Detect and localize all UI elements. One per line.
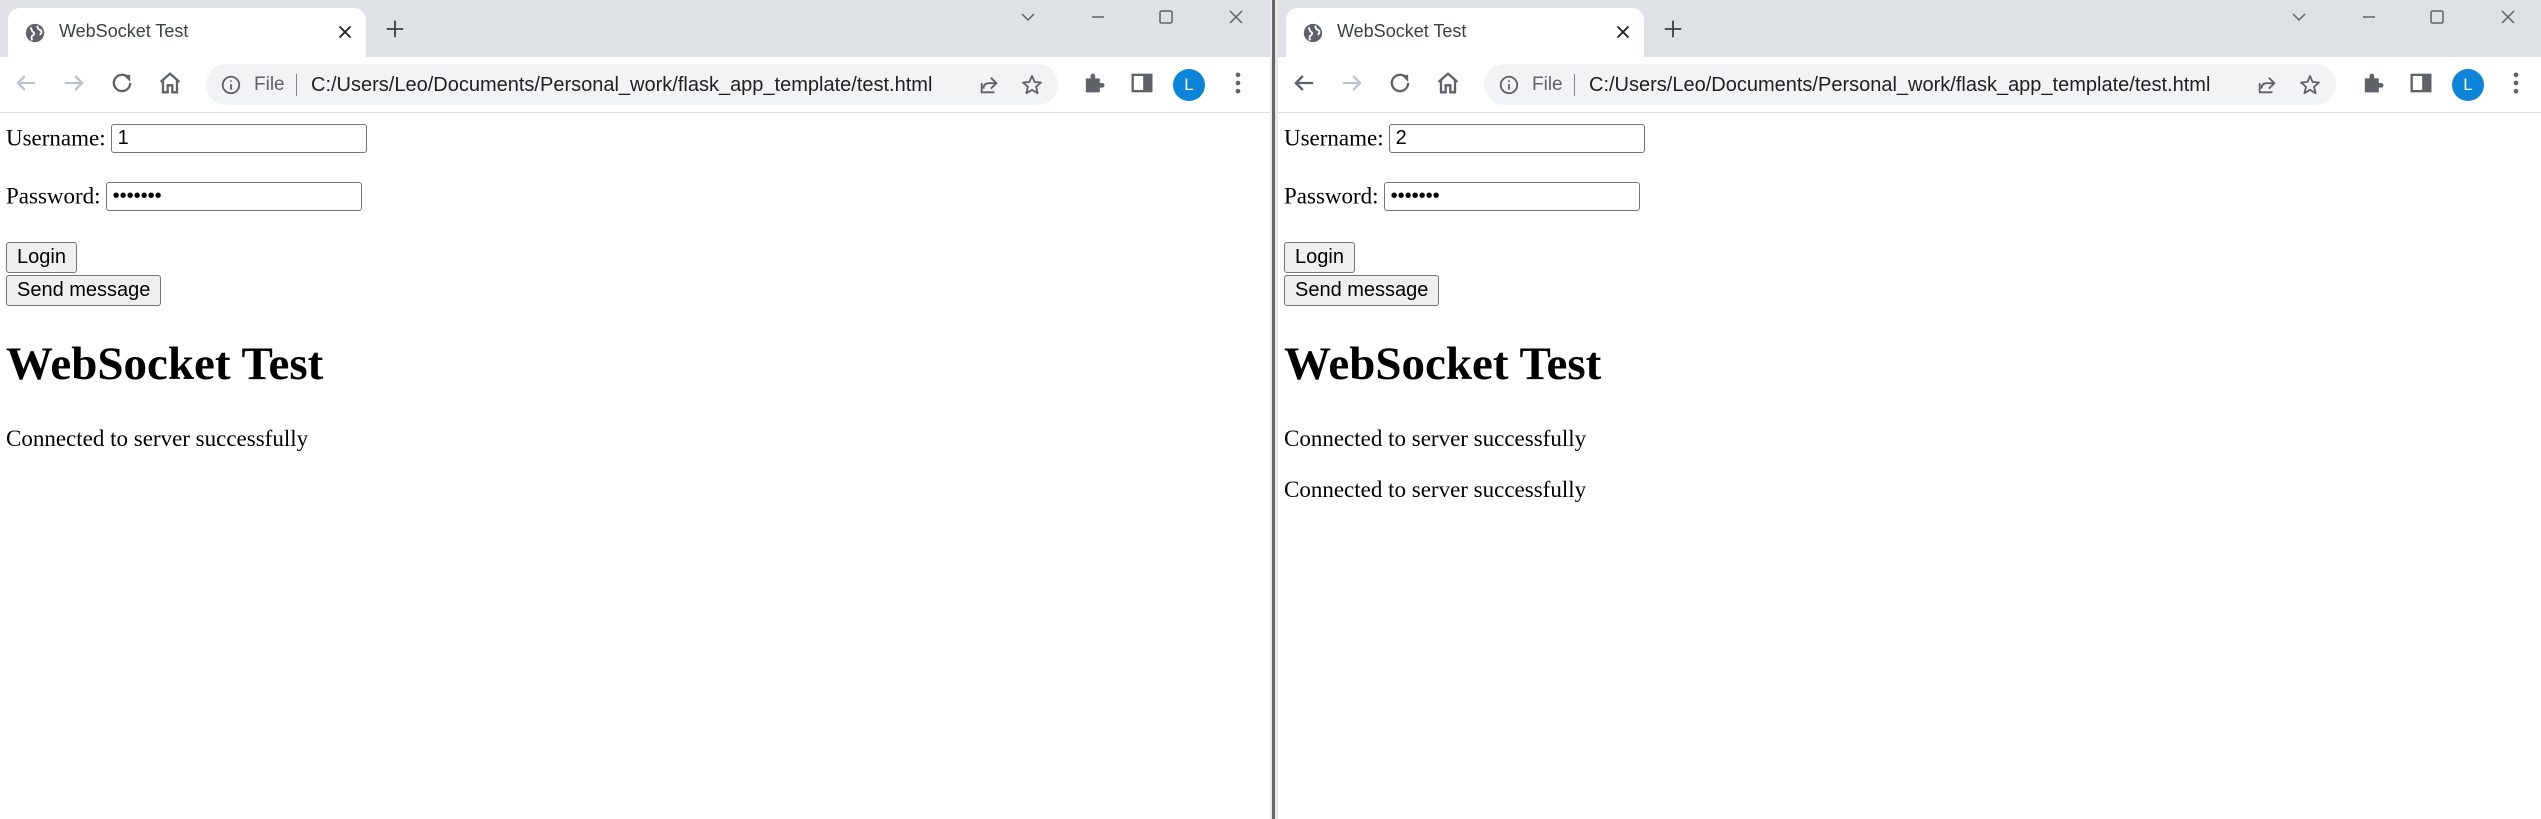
password-label: Password: — [1284, 183, 1379, 209]
username-label: Username: — [1284, 125, 1384, 151]
star-icon[interactable] — [2298, 73, 2322, 97]
address-bar[interactable]: File C:/Users/Leo/Documents/Personal_wor… — [1484, 64, 2336, 105]
send-message-button[interactable]: Send message — [1284, 275, 1440, 306]
window-close-icon[interactable] — [1224, 5, 1248, 29]
forward-arrow-icon[interactable] — [1338, 69, 1366, 97]
share-icon[interactable] — [978, 74, 1000, 96]
url-text[interactable]: C:/Users/Leo/Documents/Personal_work/fla… — [1589, 74, 2210, 97]
address-separator — [296, 74, 297, 96]
chevron-down-icon[interactable] — [2287, 5, 2311, 29]
username-input[interactable] — [110, 124, 367, 154]
username-input[interactable] — [1388, 124, 1645, 154]
side-panel-icon[interactable] — [2407, 69, 2435, 97]
forward-arrow-icon[interactable] — [60, 69, 88, 97]
username-label: Username: — [6, 125, 106, 151]
address-separator — [1574, 74, 1575, 96]
tab-websocket-test[interactable]: WebSocket Test — [1286, 8, 1644, 57]
chevron-down-icon[interactable] — [1016, 5, 1040, 29]
maximize-icon[interactable] — [1154, 5, 1178, 29]
password-row: Password: — [6, 182, 362, 212]
send-message-button[interactable]: Send message — [6, 275, 162, 306]
tab-title: WebSocket Test — [1337, 21, 1467, 41]
status-message: Connected to server successfully — [1284, 477, 1587, 502]
kebab-menu-icon[interactable] — [1224, 69, 1252, 97]
address-bar[interactable]: File C:/Users/Leo/Documents/Personal_wor… — [206, 64, 1058, 105]
star-icon[interactable] — [1020, 73, 1044, 97]
browser-window-right: WebSocket Test File C:/Users/Leo/Documen… — [1278, 0, 2541, 819]
plus-icon[interactable] — [384, 18, 406, 40]
info-icon[interactable] — [220, 74, 242, 96]
avatar[interactable]: L — [1173, 69, 1205, 101]
reload-icon[interactable] — [108, 69, 136, 97]
password-row: Password: — [1284, 182, 1640, 212]
login-button[interactable]: Login — [6, 242, 77, 273]
close-icon[interactable] — [334, 21, 356, 43]
url-text[interactable]: C:/Users/Leo/Documents/Personal_work/fla… — [311, 74, 932, 97]
toolbar: File C:/Users/Leo/Documents/Personal_wor… — [0, 57, 1270, 113]
maximize-icon[interactable] — [2425, 5, 2449, 29]
toolbar: File C:/Users/Leo/Documents/Personal_wor… — [1278, 57, 2541, 113]
home-icon[interactable] — [1434, 69, 1462, 97]
puzzle-icon[interactable] — [1080, 69, 1108, 97]
scheme-label: File — [254, 74, 285, 95]
tab-strip: WebSocket Test — [0, 0, 1270, 57]
page-content: Username: Password: Login Send message W… — [1278, 113, 2541, 819]
side-panel-icon[interactable] — [1128, 69, 1156, 97]
page-content: Username: Password: Login Send message W… — [0, 113, 1270, 819]
username-row: Username: — [6, 124, 367, 154]
window-divider — [1270, 0, 1278, 819]
home-icon[interactable] — [156, 69, 184, 97]
login-button[interactable]: Login — [1284, 242, 1355, 273]
minimize-icon[interactable] — [2357, 5, 2381, 29]
username-row: Username: — [1284, 124, 1645, 154]
back-arrow-icon[interactable] — [12, 69, 40, 97]
status-message: Connected to server successfully — [6, 426, 309, 451]
scheme-label: File — [1532, 74, 1563, 95]
info-icon[interactable] — [1498, 74, 1520, 96]
page-title: WebSocket Test — [6, 338, 324, 390]
tab-title: WebSocket Test — [59, 21, 189, 41]
screen: WebSocket Test File C:/Users/Leo/Documen… — [0, 0, 2541, 819]
window-close-icon[interactable] — [2496, 5, 2520, 29]
tab-websocket-test[interactable]: WebSocket Test — [8, 8, 366, 57]
puzzle-icon[interactable] — [2359, 69, 2387, 97]
password-label: Password: — [6, 183, 101, 209]
share-icon[interactable] — [2256, 74, 2278, 96]
close-icon[interactable] — [1612, 21, 1634, 43]
back-arrow-icon[interactable] — [1290, 69, 1318, 97]
globe-icon — [1303, 23, 1323, 43]
status-message: Connected to server successfully — [1284, 426, 1587, 451]
password-input[interactable] — [105, 182, 362, 212]
page-title: WebSocket Test — [1284, 338, 1602, 390]
minimize-icon[interactable] — [1086, 5, 1110, 29]
globe-icon — [25, 23, 45, 43]
browser-window-left: WebSocket Test File C:/Users/Leo/Documen… — [0, 0, 1270, 819]
kebab-menu-icon[interactable] — [2502, 69, 2530, 97]
avatar[interactable]: L — [2452, 69, 2484, 101]
tab-strip: WebSocket Test — [1278, 0, 2541, 57]
reload-icon[interactable] — [1386, 69, 1414, 97]
plus-icon[interactable] — [1662, 18, 1684, 40]
password-input[interactable] — [1383, 182, 1640, 212]
